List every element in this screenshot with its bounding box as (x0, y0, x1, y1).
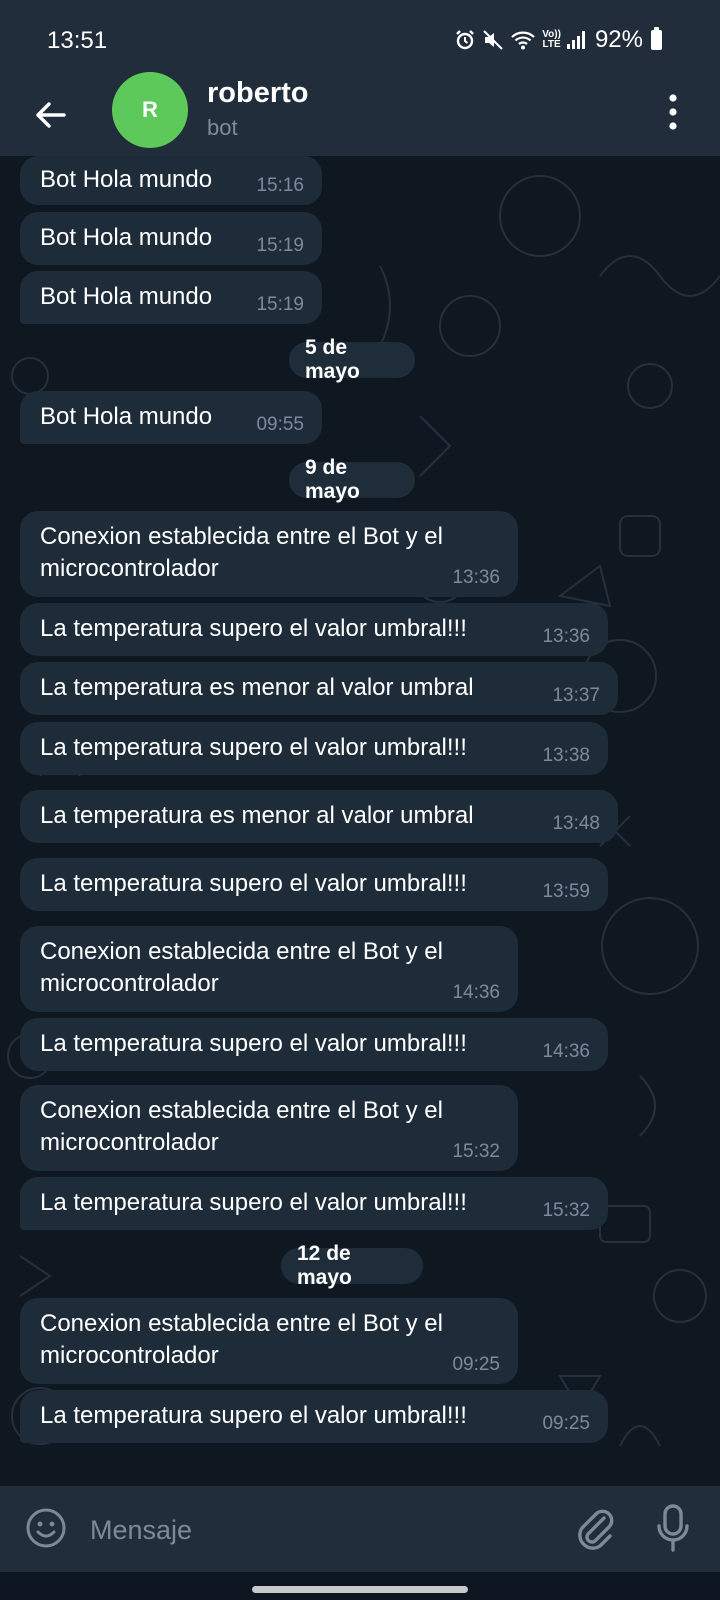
message-time: 13:48 (552, 813, 600, 834)
message-text: La temperatura supero el valor umbral!!! (40, 615, 467, 642)
message-list[interactable]: Bot Hola mundo 15:16 Bot Hola mundo 15:1… (0, 156, 720, 1486)
battery-percentage: 92% (594, 26, 643, 53)
home-indicator[interactable] (252, 1586, 468, 1593)
chat-subtitle: bot (207, 115, 238, 140)
more-vertical-icon[interactable] (668, 92, 678, 132)
message-bubble[interactable]: La temperatura supero el valor umbral!!!… (20, 1177, 608, 1230)
signal-icon (566, 31, 585, 49)
message-text: Conexion establecida entre el Bot y el m… (40, 523, 443, 582)
message-bubble[interactable]: Bot Hola mundo 15:19 (20, 212, 322, 265)
date-separator: 12 de mayo (281, 1242, 423, 1289)
date-label: 5 de mayo (305, 336, 360, 383)
status-time: 13:51 (47, 27, 108, 54)
message-bubble[interactable]: Conexion establecida entre el Bot y el m… (20, 1085, 518, 1171)
message-time: 15:32 (452, 1141, 500, 1162)
message-bubble[interactable]: Conexion establecida entre el Bot y el m… (20, 511, 518, 597)
wifi-icon (511, 31, 536, 50)
date-label: 12 de mayo (297, 1242, 352, 1289)
date-label: 9 de mayo (305, 456, 360, 503)
message-time: 15:16 (256, 175, 304, 196)
message-time: 13:59 (542, 881, 590, 902)
message-time: 09:25 (542, 1413, 590, 1434)
message-time: 13:38 (542, 745, 590, 766)
message-text: La temperatura supero el valor umbral!!! (40, 1402, 467, 1429)
message-bubble[interactable]: Bot Hola mundo 15:19 (20, 271, 322, 324)
message-time: 09:25 (452, 1354, 500, 1375)
message-time: 15:19 (256, 294, 304, 315)
smiley-icon[interactable] (24, 1506, 68, 1550)
message-bubble[interactable]: La temperatura supero el valor umbral!!!… (20, 1018, 608, 1071)
message-bubble[interactable]: Bot Hola mundo 15:16 (20, 156, 322, 205)
message-time: 14:36 (452, 982, 500, 1003)
avatar-initial: R (142, 97, 158, 122)
status-bar: 13:51 Vo)) LTE 92% (0, 0, 720, 80)
message-bubble[interactable]: Conexion establecida entre el Bot y el m… (20, 926, 518, 1012)
alarm-icon (456, 30, 475, 50)
message-bubble[interactable]: Bot Hola mundo 09:55 (20, 391, 322, 444)
message-bubble[interactable]: La temperatura supero el valor umbral!!!… (20, 858, 608, 911)
message-text: La temperatura es menor al valor umbral (40, 674, 474, 701)
message-bubble[interactable]: La temperatura es menor al valor umbral … (20, 662, 618, 715)
message-text: Conexion establecida entre el Bot y el m… (40, 1310, 443, 1369)
date-separator: 5 de mayo (289, 336, 415, 383)
message-time: 09:55 (256, 414, 304, 435)
message-text: La temperatura supero el valor umbral!!! (40, 870, 467, 897)
message-time: 13:37 (552, 685, 600, 706)
message-text: La temperatura supero el valor umbral!!! (40, 1030, 467, 1057)
date-separator: 9 de mayo (289, 456, 415, 503)
message-composer (0, 1486, 720, 1572)
volte-icon: Vo)) LTE (542, 30, 561, 50)
message-text: Conexion establecida entre el Bot y el m… (40, 938, 443, 997)
message-time: 15:32 (542, 1200, 590, 1221)
message-text: La temperatura es menor al valor umbral (40, 802, 474, 829)
system-navigation-bar (0, 1572, 720, 1600)
message-bubble[interactable]: La temperatura supero el valor umbral!!!… (20, 722, 608, 775)
message-bubble[interactable]: Conexion establecida entre el Bot y el m… (20, 1298, 518, 1384)
arrow-left-icon[interactable] (30, 95, 70, 135)
chat-header: R roberto bot (0, 72, 720, 156)
battery-icon (651, 27, 662, 50)
mute-icon (483, 30, 503, 50)
message-time: 13:36 (452, 567, 500, 588)
message-bubble[interactable]: La temperatura supero el valor umbral!!!… (20, 1390, 608, 1443)
microphone-icon[interactable] (655, 1502, 691, 1554)
message-time: 15:19 (256, 235, 304, 256)
message-text: La temperatura supero el valor umbral!!! (40, 1189, 467, 1216)
message-input[interactable] (88, 1504, 552, 1556)
avatar[interactable]: R (112, 72, 188, 148)
message-time: 14:36 (542, 1041, 590, 1062)
message-bubble[interactable]: La temperatura supero el valor umbral!!!… (20, 603, 608, 656)
chat-title[interactable]: roberto (207, 77, 309, 110)
lte-label: LTE (542, 39, 561, 50)
message-bubble[interactable]: La temperatura es menor al valor umbral … (20, 790, 618, 843)
message-text: Conexion establecida entre el Bot y el m… (40, 1097, 443, 1156)
paperclip-icon[interactable] (572, 1504, 618, 1554)
status-icons: Vo)) LTE 92% (454, 24, 662, 56)
message-text: La temperatura supero el valor umbral!!! (40, 734, 467, 761)
message-time: 13:36 (542, 626, 590, 647)
